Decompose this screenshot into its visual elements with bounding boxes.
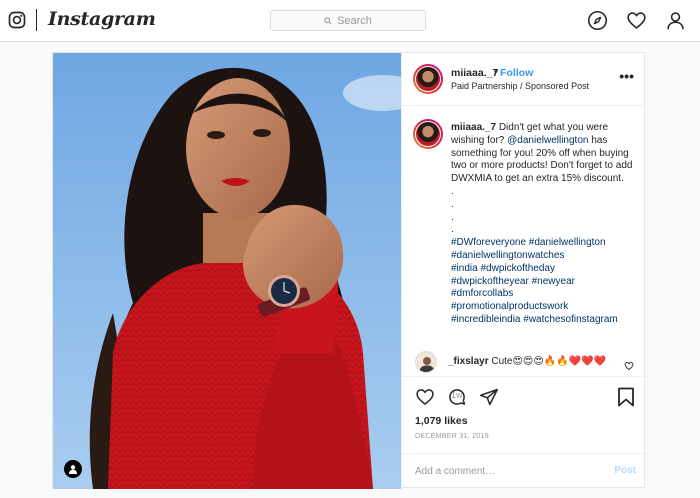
caption-line-4: two or more products! Don't forget to ad…: [451, 160, 633, 172]
caption-dot: .: [451, 224, 454, 236]
heart-icon[interactable]: [626, 10, 647, 31]
commenter-avatar[interactable]: [415, 351, 437, 373]
more-options-icon[interactable]: •••: [619, 69, 634, 83]
bookmark-icon[interactable]: [617, 387, 635, 407]
caption-dot: .: [451, 211, 454, 223]
commenter-username[interactable]: _fixslayr: [448, 356, 489, 367]
post-date: DECEMBER 31, 2019: [415, 433, 489, 440]
post-photo[interactable]: [53, 53, 401, 489]
caption-line-2: wishing for? @danielwellington has: [451, 134, 608, 146]
sponsored-label: Paid Partnership / Sponsored Post: [451, 81, 590, 91]
comment-like-icon[interactable]: [624, 361, 634, 371]
caption-dot: .: [451, 185, 454, 197]
caption-line-5: DWXMIA to get an extra 15% discount.: [451, 173, 624, 185]
add-comment-input[interactable]: [415, 462, 585, 480]
tagged-user-badge[interactable]: [64, 460, 82, 478]
nav-icons: [587, 10, 686, 31]
hashtag-line[interactable]: #danielwellingtonwatches: [451, 250, 643, 263]
comment-icon[interactable]: [447, 387, 467, 407]
caption-body: miiaaa._7 Didn't get what you were wishi…: [451, 122, 643, 327]
caption-line-3: something for you! 20% off when buying: [451, 147, 629, 159]
user-tag-icon: [69, 465, 77, 474]
post-sidebar: miiaaa._7 • Follow Paid Partnership / Sp…: [401, 53, 647, 489]
caption-dot: .: [451, 198, 454, 210]
post-card: miiaaa._7 • Follow Paid Partnership / Sp…: [52, 52, 647, 489]
caption-avatar[interactable]: [413, 119, 443, 149]
brand-wordmark[interactable]: Instagram: [48, 8, 156, 30]
search-input[interactable]: Search: [270, 10, 426, 31]
comment-row: _fixslayr Cute😍😍😍🔥🔥❤️❤️❤️: [415, 351, 640, 375]
post-comment-button[interactable]: Post: [614, 465, 636, 476]
post-actions: 1,079 likes DECEMBER 31, 2019: [402, 376, 647, 456]
follow-button[interactable]: Follow: [500, 67, 533, 79]
share-icon[interactable]: [479, 387, 499, 407]
top-nav: Instagram Search: [0, 0, 700, 42]
comment-text: _fixslayr Cute😍😍😍🔥🔥❤️❤️❤️: [448, 356, 607, 367]
action-icons: [415, 387, 499, 407]
search-icon: [324, 16, 332, 25]
hashtag-line[interactable]: #promotionalproductswork: [451, 301, 643, 314]
hashtag-line[interactable]: #india #dwpickoftheday: [451, 263, 643, 276]
compass-icon[interactable]: [587, 10, 608, 31]
author-avatar[interactable]: [413, 64, 443, 94]
like-count[interactable]: 1,079 likes: [415, 415, 468, 427]
author-username[interactable]: miiaaa._7: [451, 67, 498, 79]
like-icon[interactable]: [415, 387, 435, 407]
instagram-glyph-icon[interactable]: [8, 11, 26, 29]
nav-divider: [36, 9, 37, 31]
separator-dot: •: [494, 67, 498, 78]
profile-icon[interactable]: [665, 10, 686, 31]
mention-link[interactable]: @danielwellington: [507, 135, 588, 146]
caption-username[interactable]: miiaaa._7: [451, 122, 496, 133]
hashtag-line[interactable]: #DWforeveryone #danielwellington: [451, 237, 643, 250]
search-placeholder: Search: [337, 14, 372, 27]
hashtag-line[interactable]: #dwpickoftheyear #newyear: [451, 276, 643, 289]
hashtag-line[interactable]: #incredibleindia #watchesofinstagram: [451, 314, 643, 327]
hashtag-line[interactable]: #dmforcollabs: [451, 288, 643, 301]
caption-line-1: miiaaa._7 Didn't get what you were: [451, 122, 609, 133]
post-header: miiaaa._7 • Follow Paid Partnership / Sp…: [402, 53, 646, 106]
add-comment-bar: Post: [402, 453, 647, 489]
photo-illustration: [53, 53, 401, 489]
